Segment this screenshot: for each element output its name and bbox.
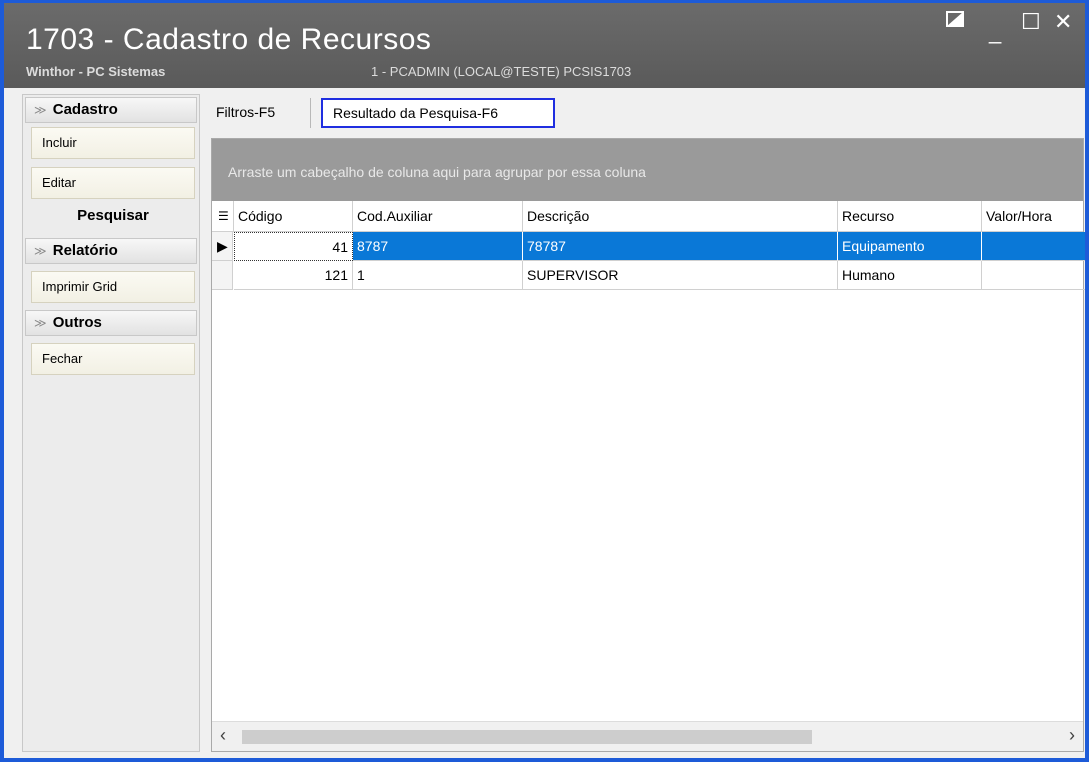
grid-header: ☰ Código Cod.Auxiliar Descrição Recurso …	[212, 201, 1083, 232]
column-valor-hora[interactable]: Valor/Hora	[982, 201, 1085, 232]
section-outros[interactable]: ≫ Outros	[25, 310, 197, 336]
section-outros-label: Outros	[52, 314, 102, 331]
window-title: 1703 - Cadastro de Recursos	[26, 23, 432, 56]
incluir-button[interactable]: Incluir	[31, 127, 195, 159]
imprimir-grid-button[interactable]: Imprimir Grid	[31, 271, 195, 303]
chevron-icon: ≫	[34, 244, 47, 258]
horizontal-scrollbar[interactable]: ‹ ›	[212, 721, 1083, 751]
restore-icon[interactable]	[946, 11, 964, 27]
table-row[interactable]: ▶ 41 8787 78787 Equipamento	[212, 232, 1085, 261]
group-by-panel[interactable]: Arraste um cabeçalho de coluna aqui para…	[212, 139, 1083, 201]
column-codigo[interactable]: Código	[234, 201, 353, 232]
scroll-left-icon[interactable]: ‹	[220, 725, 226, 746]
minimize-button[interactable]: _	[989, 21, 1001, 43]
tab-resultado[interactable]: Resultado da Pesquisa-F6	[321, 98, 555, 128]
column-descricao[interactable]: Descrição	[523, 201, 838, 232]
cell-recurso[interactable]: Humano	[838, 261, 982, 290]
section-relatorio[interactable]: ≫ Relatório	[25, 238, 197, 264]
tab-divider	[310, 98, 311, 128]
cell-descricao[interactable]: SUPERVISOR	[523, 261, 838, 290]
cell-cod-auxiliar[interactable]: 8787	[353, 232, 523, 261]
close-button[interactable]: ✕	[1054, 11, 1072, 33]
row-indicator-icon: ▶	[212, 232, 233, 261]
section-cadastro[interactable]: ≫ Cadastro	[25, 97, 197, 123]
column-chooser-icon[interactable]: ☰	[212, 201, 234, 232]
editar-button[interactable]: Editar	[31, 167, 195, 199]
table-row[interactable]: 121 1 SUPERVISOR Humano	[212, 261, 1085, 290]
scroll-right-icon[interactable]: ›	[1069, 725, 1075, 746]
cell-valor-hora[interactable]	[982, 261, 1085, 290]
cell-descricao[interactable]: 78787	[523, 232, 838, 261]
user-info: 1 - PCADMIN (LOCAL@TESTE) PCSIS1703	[371, 64, 632, 79]
title-bar[interactable]: 1703 - Cadastro de Recursos Winthor - PC…	[4, 3, 1085, 88]
cell-cod-auxiliar[interactable]: 1	[353, 261, 523, 290]
column-recurso[interactable]: Recurso	[838, 201, 982, 232]
chevron-icon: ≫	[34, 316, 47, 330]
tab-filtros[interactable]: Filtros-F5	[216, 104, 275, 120]
sidebar: ≫ Cadastro Incluir Editar Pesquisar ≫ Re…	[22, 94, 200, 752]
pesquisar-button[interactable]: Pesquisar	[31, 207, 195, 224]
section-cadastro-label: Cadastro	[52, 101, 118, 118]
column-cod-auxiliar[interactable]: Cod.Auxiliar	[353, 201, 523, 232]
results-grid[interactable]: Arraste um cabeçalho de coluna aqui para…	[211, 138, 1085, 752]
row-indicator	[212, 261, 233, 290]
chevron-icon: ≫	[34, 103, 47, 117]
cell-recurso[interactable]: Equipamento	[838, 232, 982, 261]
section-relatorio-label: Relatório	[52, 242, 118, 259]
cell-valor-hora[interactable]	[982, 232, 1085, 261]
window-subtitle: Winthor - PC Sistemas	[26, 64, 166, 79]
maximize-button[interactable]: ☐	[1021, 11, 1041, 33]
fechar-button[interactable]: Fechar	[31, 343, 195, 375]
scrollbar-thumb[interactable]	[242, 730, 812, 744]
cell-codigo[interactable]: 121	[234, 261, 353, 290]
cell-codigo[interactable]: 41	[234, 232, 353, 261]
